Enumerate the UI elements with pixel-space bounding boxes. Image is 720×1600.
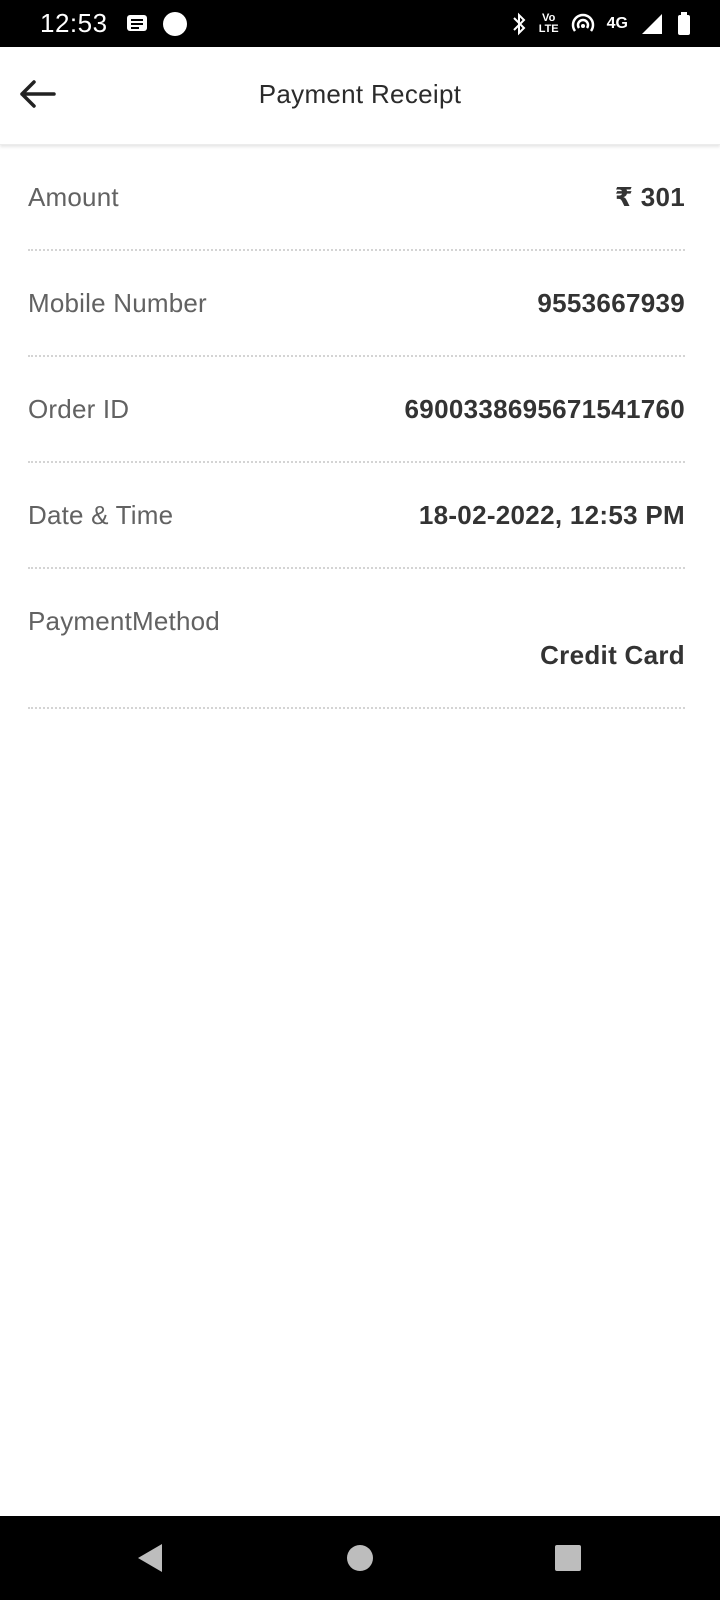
nav-home-button[interactable] bbox=[343, 1541, 377, 1575]
battery-icon bbox=[676, 11, 692, 37]
triangle-back-icon bbox=[134, 1544, 168, 1579]
nav-back-button[interactable] bbox=[134, 1541, 168, 1575]
payment-method-value: Credit Card bbox=[540, 640, 685, 670]
cell-signal-icon bbox=[640, 12, 664, 36]
status-left-icons bbox=[126, 11, 188, 37]
network-type-label: 4G bbox=[606, 14, 628, 32]
status-right-icons: Vo LTE 4G bbox=[511, 11, 692, 37]
system-nav-bar bbox=[0, 1516, 720, 1600]
order-id-value: 6900338695671541760 bbox=[404, 394, 685, 424]
square-recents-icon bbox=[551, 1545, 585, 1579]
nav-recents-button[interactable] bbox=[551, 1541, 585, 1575]
amount-value: ₹ 301 bbox=[614, 182, 685, 212]
mobile-number-value: 9553667939 bbox=[537, 288, 685, 318]
message-notification-icon bbox=[126, 14, 148, 34]
screen: 12:53 Vo LTE 4G Payment Receipt Amount ₹… bbox=[0, 0, 720, 1600]
date-time-label: Date & Time bbox=[28, 500, 174, 530]
receipt-row-date-time: Date & Time 18-02-2022, 12:53 PM bbox=[28, 463, 685, 569]
receipt-row-mobile-number: Mobile Number 9553667939 bbox=[28, 251, 685, 357]
status-time: 12:53 bbox=[40, 8, 108, 38]
circle-home-icon bbox=[343, 1545, 377, 1579]
page-title: Payment Receipt bbox=[258, 79, 462, 109]
volte-icon: Vo LTE bbox=[538, 11, 559, 35]
hotspot-icon bbox=[571, 13, 595, 35]
receipt-row-amount: Amount ₹ 301 bbox=[28, 145, 685, 251]
receipt-row-payment-method: PaymentMethod Credit Card bbox=[28, 569, 685, 709]
date-time-value: 18-02-2022, 12:53 PM bbox=[418, 500, 685, 530]
receipt-details: Amount ₹ 301 Mobile Number 9553667939 Or… bbox=[28, 145, 685, 709]
amount-label: Amount bbox=[28, 182, 119, 212]
mobile-number-label: Mobile Number bbox=[28, 288, 207, 318]
receipt-row-order-id: Order ID 6900338695671541760 bbox=[28, 357, 685, 463]
app-bar: Payment Receipt bbox=[0, 47, 720, 145]
order-id-label: Order ID bbox=[28, 394, 130, 424]
payment-method-label: PaymentMethod bbox=[28, 606, 220, 636]
bluetooth-icon bbox=[511, 12, 527, 36]
status-bar: 12:53 Vo LTE 4G bbox=[0, 0, 720, 47]
record-dot-icon bbox=[162, 11, 188, 37]
